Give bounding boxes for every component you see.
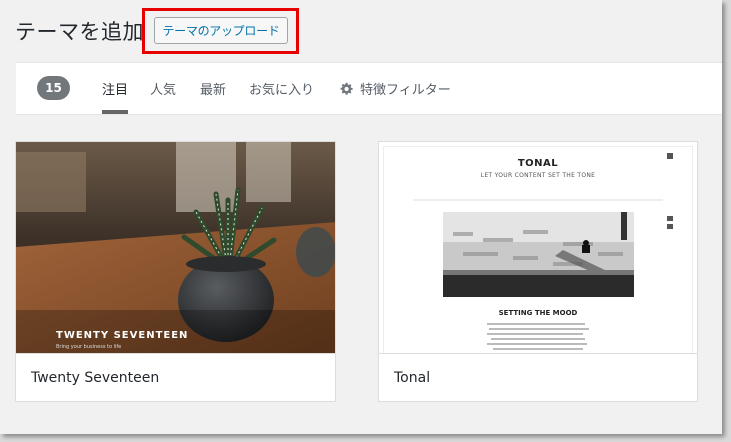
screenshot-site-title: TWENTY SEVENTEEN xyxy=(56,330,189,341)
screenshot-site-tagline: Bring your business to life xyxy=(56,344,122,350)
theme-card-twenty-seventeen[interactable]: TWENTY SEVENTEEN Bring your business to … xyxy=(15,141,336,402)
arrow-down-icon xyxy=(667,224,673,229)
body-text-placeholder xyxy=(487,323,589,354)
arrow-up-icon xyxy=(667,216,673,221)
page-title: テーマを追加 xyxy=(15,20,144,44)
theme-screenshot: TWENTY SEVENTEEN Bring your business to … xyxy=(16,142,335,354)
theme-card-tonal[interactable]: TONAL LET YOUR CONTENT SET THE TONE SETT… xyxy=(378,141,698,402)
upload-theme-button[interactable]: テーマのアップロード xyxy=(154,17,288,44)
wp-admin-content: テーマを追加 テーマのアップロード 15 注目 人気 最新 お気に入り 特徴フィ… xyxy=(0,0,722,434)
theme-name: Twenty Seventeen xyxy=(16,353,335,401)
screenshot-site-tagline: LET YOUR CONTENT SET THE TONE xyxy=(480,172,596,179)
screenshot-post-heading: SETTING THE MOOD xyxy=(498,309,578,317)
gear-icon xyxy=(340,82,353,95)
divider xyxy=(413,199,663,201)
theme-name: Tonal xyxy=(379,353,697,401)
tab-favorites[interactable]: お気に入り xyxy=(249,63,314,114)
theme-screenshot: TONAL LET YOUR CONTENT SET THE TONE SETT… xyxy=(379,142,697,354)
tab-popular[interactable]: 人気 xyxy=(150,63,176,114)
potted-plant-image xyxy=(16,142,335,354)
theme-filter-bar: 15 注目 人気 最新 お気に入り 特徴フィルター xyxy=(16,62,722,115)
theme-count-badge: 15 xyxy=(37,76,70,100)
stone-steps-image xyxy=(443,212,634,297)
tab-latest[interactable]: 最新 xyxy=(200,63,226,114)
screenshot-site-title: TONAL xyxy=(517,158,559,169)
feature-filter-label: 特徴フィルター xyxy=(360,83,451,98)
feature-filter-button[interactable]: 特徴フィルター xyxy=(340,63,451,114)
tab-featured[interactable]: 注目 xyxy=(102,63,128,114)
menu-icon xyxy=(667,153,673,159)
